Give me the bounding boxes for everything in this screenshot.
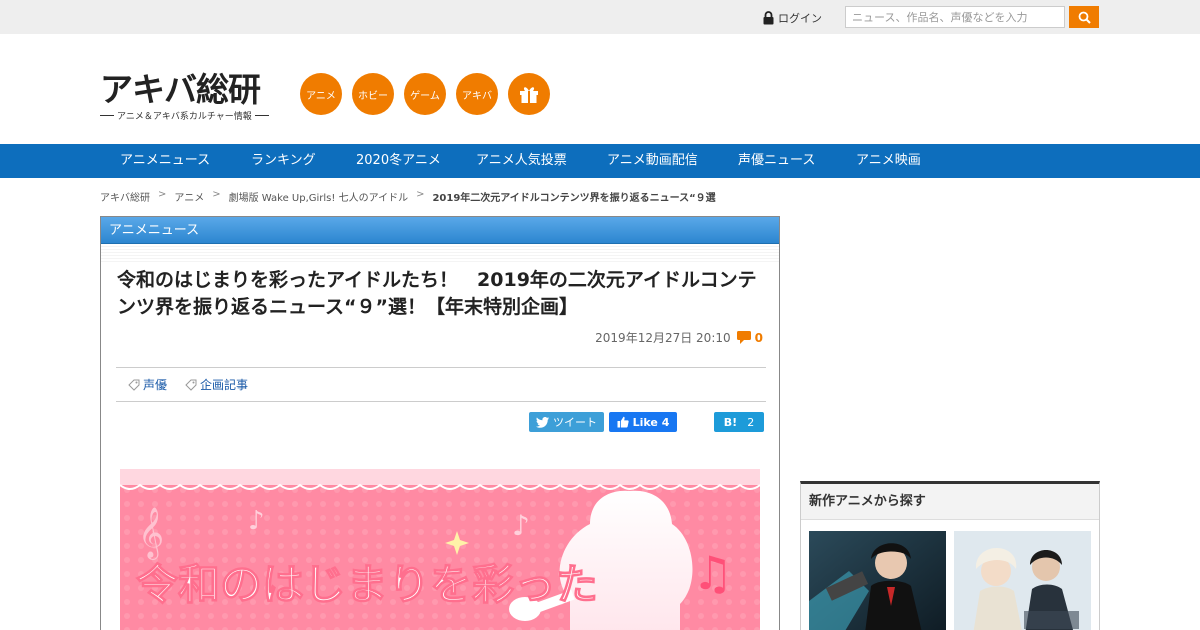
anime-thumbnail-image: [809, 531, 946, 630]
tweet-label: ツイート: [553, 416, 597, 429]
hero-illustration: 𝄞 ♪ ♪ ♫ 令和のはじまりを彩った: [120, 469, 760, 630]
section-stripe: [101, 244, 779, 262]
category-label: ゲーム: [410, 90, 440, 102]
twitter-bird-icon: [536, 416, 549, 428]
tag-icon: [185, 379, 197, 391]
sidebox-title: 新作アニメから探す: [801, 484, 1099, 520]
category-present-button[interactable]: [508, 73, 550, 115]
login-link[interactable]: ログイン: [762, 10, 822, 26]
article-panel: アニメニュース 令和のはじまりを彩ったアイドルたち！ 2019年の二次元アイドル…: [100, 216, 780, 630]
gift-icon: [520, 87, 538, 103]
like-label: Like 4: [632, 415, 670, 429]
breadcrumb-anime[interactable]: アニメ: [174, 189, 204, 204]
article-meta: 2019年12月27日 20:10 0: [595, 329, 763, 346]
tag-icon: [128, 379, 140, 391]
comment-icon: [736, 331, 751, 344]
hero-text: 令和のはじまりを彩った: [136, 560, 598, 609]
new-anime-search-box: 新作アニメから探す: [800, 481, 1100, 630]
hero-image: 𝄞 ♪ ♪ ♫ 令和のはじまりを彩った: [120, 469, 760, 630]
breadcrumb: アキバ総研 > アニメ > 劇場版 Wake Up,Girls! 七人のアイドル…: [100, 189, 716, 204]
category-label: アニメ: [306, 90, 336, 102]
category-hobby-button[interactable]: ホビー: [352, 73, 394, 115]
anime-thumbnail-image: [954, 531, 1091, 630]
hatena-count: 2: [747, 415, 755, 429]
category-label: アキバ: [462, 90, 492, 102]
anime-thumbnail[interactable]: [809, 531, 946, 630]
nav-item-voice-actor-news[interactable]: 声優ニュース: [738, 144, 815, 178]
nav-item-popularity-vote[interactable]: アニメ人気投票: [476, 144, 567, 178]
svg-text:♫: ♫: [692, 546, 733, 600]
nav-item-2020-winter[interactable]: 2020冬アニメ: [356, 144, 441, 178]
top-bar: ログイン: [0, 0, 1200, 34]
hatena-bookmark-button[interactable]: B! 2: [714, 412, 764, 432]
category-akiba-button[interactable]: アキバ: [456, 73, 498, 115]
tag-voice-actor[interactable]: 声優: [128, 376, 167, 393]
breadcrumb-home[interactable]: アキバ総研: [100, 189, 150, 204]
nav-item-video-streaming[interactable]: アニメ動画配信: [607, 144, 698, 178]
svg-text:♪: ♪: [248, 506, 265, 536]
category-anime-button[interactable]: アニメ: [300, 73, 342, 115]
breadcrumb-current: 2019年二次元アイドルコンテンツ界を振り返るニュース“９選: [432, 193, 716, 204]
breadcrumb-separator: >: [158, 189, 167, 200]
breadcrumb-title[interactable]: 劇場版 Wake Up,Girls! 七人のアイドル: [229, 189, 408, 204]
nav-item-ranking[interactable]: ランキング: [251, 144, 316, 178]
tag-list: 声優 企画記事: [116, 367, 766, 402]
thumbs-up-icon: [617, 416, 629, 428]
nav-item-anime-news[interactable]: アニメニュース: [120, 144, 210, 178]
breadcrumb-separator: >: [212, 189, 221, 200]
anime-thumbnail[interactable]: [954, 531, 1091, 630]
site-logo[interactable]: アキバ総研 アニメ＆アキバ系カルチャー情報: [100, 72, 282, 122]
comment-count: 0: [754, 330, 763, 345]
article-title: 令和のはじまりを彩ったアイドルたち！ 2019年の二次元アイドルコンテンツ界を振…: [117, 269, 757, 318]
tag-feature-article[interactable]: 企画記事: [185, 376, 248, 393]
main-nav: アニメニュース ランキング 2020冬アニメ アニメ人気投票 アニメ動画配信 声…: [0, 144, 1200, 178]
nav-item-anime-movie[interactable]: アニメ映画: [856, 144, 921, 178]
comment-count-link[interactable]: 0: [736, 330, 763, 345]
tweet-button[interactable]: ツイート: [529, 412, 604, 432]
search-icon: [1078, 11, 1091, 24]
logo-wordmark: アキバ総研: [100, 70, 261, 109]
search-input[interactable]: [845, 6, 1065, 28]
logo-tagline: アニメ＆アキバ系カルチャー情報: [100, 109, 282, 122]
tag-label: 企画記事: [200, 378, 249, 392]
lock-icon: [763, 11, 774, 25]
section-header: アニメニュース: [101, 217, 779, 244]
category-label: ホビー: [358, 90, 388, 102]
search-button[interactable]: [1069, 6, 1099, 28]
breadcrumb-separator: >: [416, 189, 425, 200]
tag-label: 声優: [143, 378, 168, 392]
logo-tagline-text: アニメ＆アキバ系カルチャー情報: [117, 112, 252, 122]
facebook-like-button[interactable]: Like 4: [609, 412, 677, 432]
hatena-logo: B!: [723, 415, 738, 429]
svg-text:𝄞: 𝄞: [138, 507, 164, 560]
login-label: ログイン: [778, 12, 822, 25]
article-date: 2019年12月27日 20:10: [595, 331, 731, 345]
category-game-button[interactable]: ゲーム: [404, 73, 446, 115]
svg-text:♪: ♪: [512, 509, 530, 542]
